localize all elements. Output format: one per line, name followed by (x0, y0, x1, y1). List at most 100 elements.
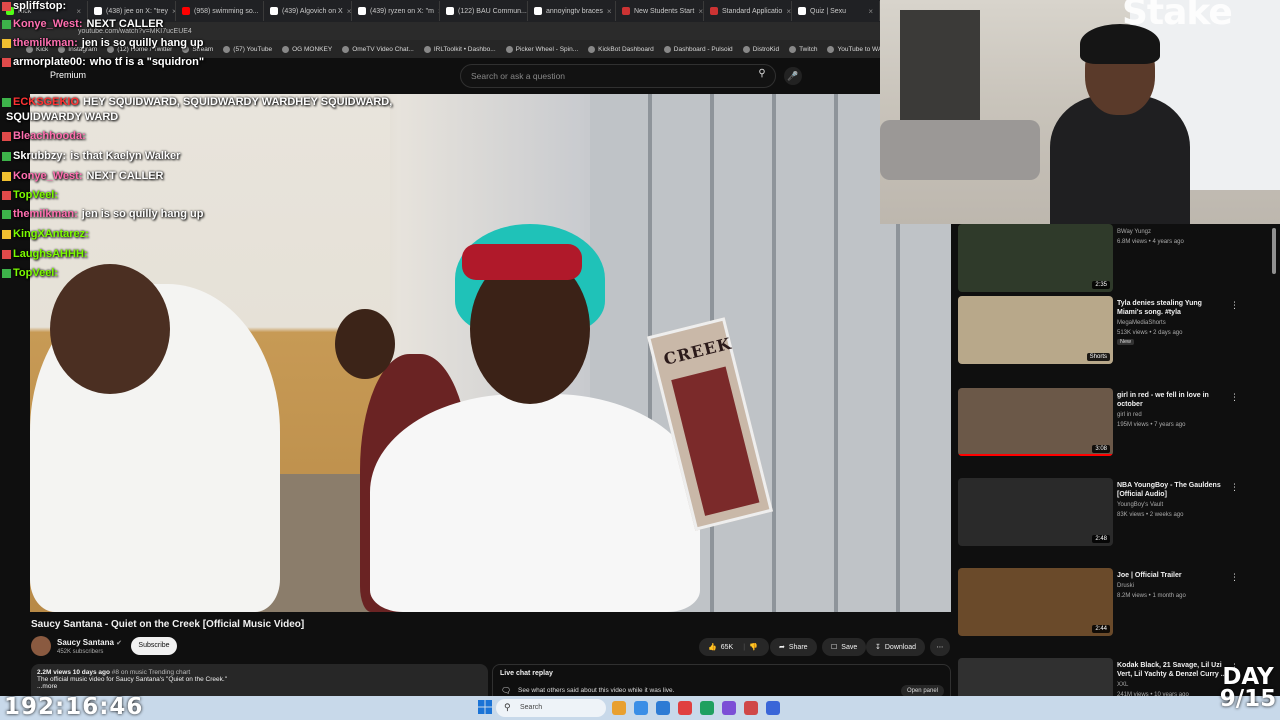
bookmark-label[interactable]: (57) YouTube (233, 46, 272, 53)
save-button[interactable]: ☐ Save (822, 638, 867, 656)
bookmark-item[interactable]: Dashboard - Pulsoid (663, 45, 733, 53)
description-more[interactable]: ...more (37, 683, 482, 690)
more-vertical-icon[interactable]: ⋮ (1230, 572, 1239, 583)
chat-badge-icon (2, 249, 11, 259)
bookmark-item[interactable]: IRLToolkit • Dashbo... (423, 45, 496, 53)
browser-tab[interactable]: Standard Applicatio × (704, 1, 792, 21)
browser-tab[interactable]: Quiz | Sexu × (792, 1, 880, 21)
bookmark-icon: ☐ (831, 644, 838, 651)
video-thumbnail[interactable]: Shorts (958, 296, 1113, 364)
recommendation-channel[interactable]: Druski (1117, 582, 1134, 590)
bookmark-favicon-icon (663, 45, 671, 53)
recommendation-title[interactable]: girl in red - we fell in love in october (1117, 391, 1227, 409)
windows-taskbar: ⚲ Search (0, 696, 1280, 720)
recommendation-item[interactable]: 2:44 Joe | Official Trailer Druski 8.2M vie… (958, 568, 1268, 654)
search-input[interactable]: Search or ask a question ⚲ (460, 64, 776, 88)
bookmark-item[interactable]: (57) YouTube (223, 45, 272, 53)
recommendation-channel[interactable]: XXL (1117, 681, 1128, 689)
bookmark-label[interactable]: OmeTV Video Chat... (352, 46, 414, 53)
more-vertical-icon[interactable]: ⋮ (1230, 392, 1239, 403)
premium-label[interactable]: Premium (50, 70, 86, 80)
recommendation-channel[interactable]: BWay Yungz (1117, 228, 1151, 236)
recommendation-channel[interactable]: girl in red (1117, 411, 1142, 419)
chat-message: themilkman: jen is so quilly hang up (2, 37, 203, 49)
browser-tab[interactable]: (439) ryzen on X: "m× (352, 1, 440, 21)
close-icon[interactable]: × (347, 7, 351, 16)
trending-tag[interactable]: #8 on music Trending chart (112, 669, 190, 676)
bookmark-label[interactable]: DistroKid (753, 46, 779, 53)
close-icon[interactable]: × (607, 7, 612, 16)
bookmark-label[interactable]: IRLToolkit • Dashbo... (434, 46, 496, 53)
more-actions-button[interactable]: ⋯ (930, 638, 950, 656)
channel-name-text[interactable]: Saucy Santana (57, 638, 114, 647)
taskbar-app-icon[interactable] (700, 701, 714, 715)
windows-start-icon[interactable] (478, 700, 492, 714)
bookmark-item[interactable]: OG MONKEY (282, 45, 332, 53)
recommendation-item[interactable]: 2:48 NBA YoungBoy - The Gauldens [Officia… (958, 478, 1268, 564)
video-thumbnail[interactable]: 3:08 (958, 388, 1113, 456)
bookmark-item[interactable]: DistroKid (742, 45, 779, 53)
recommendation-channel[interactable]: MegaMediaShorts (1117, 319, 1166, 327)
bookmark-item[interactable]: YouTube to WAV D... (827, 45, 880, 53)
sidebar-scrollbar[interactable] (1272, 228, 1276, 274)
bookmark-item[interactable]: Picker Wheel - Spin... (505, 45, 579, 53)
search-icon[interactable]: ⚲ (753, 68, 771, 84)
browser-tab[interactable]: (122) BAU Commun...× (440, 1, 528, 21)
tab-title: (122) BAU Commun... (458, 7, 527, 15)
taskbar-app-icon[interactable] (744, 701, 758, 715)
close-icon[interactable]: × (76, 7, 81, 16)
bookmark-label[interactable]: Dashboard - Pulsoid (674, 46, 733, 53)
chat-badge-icon (2, 229, 11, 239)
thumbs-down-icon[interactable]: 👎 (749, 643, 758, 651)
recommendation-item[interactable]: Shorts Tyla denies stealing Yung Miami's … (958, 296, 1268, 382)
recommendation-title[interactable]: Tyla denies stealing Yung Miami's song. … (1117, 299, 1227, 317)
recommendation-title[interactable]: Kodak Black, 21 Savage, Lil Uzi Vert, Li… (1117, 661, 1227, 679)
browser-tab[interactable]: New Students Start × (616, 1, 704, 21)
close-icon[interactable]: × (868, 7, 873, 16)
browser-tab[interactable]: annoyingtv braces × (528, 1, 616, 21)
taskbar-app-icon[interactable] (634, 701, 648, 715)
channel-name[interactable]: Saucy Santana ✔ (57, 638, 122, 647)
taskbar-app-icon[interactable] (766, 701, 780, 715)
video-player[interactable]: CREEK (30, 94, 951, 612)
like-count[interactable]: 65K (721, 644, 733, 651)
more-vertical-icon[interactable]: ⋮ (1230, 482, 1239, 493)
recommendation-title[interactable]: Joe | Official Trailer (1117, 571, 1227, 580)
download-button[interactable]: ↧ Download (866, 638, 926, 656)
taskbar-app-icon[interactable] (612, 701, 626, 715)
recommendation-item[interactable]: 3:08 girl in red - we fell in love in oct… (958, 388, 1268, 474)
taskbar-app-icon[interactable] (722, 701, 736, 715)
person-left-head (50, 264, 170, 394)
video-thumbnail[interactable] (958, 658, 1113, 696)
more-vertical-icon[interactable]: ⋮ (1230, 300, 1239, 311)
bookmark-label[interactable]: OG MONKEY (292, 46, 332, 53)
taskbar-app-icon[interactable] (656, 701, 670, 715)
bookmark-item[interactable]: KickBot Dashboard (588, 45, 654, 53)
close-icon[interactable]: × (698, 7, 703, 16)
browser-tab[interactable]: (439) Algovich on X × (264, 1, 352, 21)
video-thumbnail[interactable]: 2:44 (958, 568, 1113, 636)
recommendation-title[interactable]: NBA YoungBoy - The Gauldens [Official Au… (1117, 481, 1227, 499)
browser-tab[interactable]: (958) swimming so...× (176, 1, 264, 21)
taskbar-app-icon[interactable] (678, 701, 692, 715)
mic-icon[interactable]: 🎤 (784, 67, 802, 85)
bookmark-label[interactable]: Picker Wheel - Spin... (516, 46, 579, 53)
bookmark-favicon-icon (789, 45, 797, 53)
tab-title: Standard Applicatio (722, 7, 783, 15)
bookmark-label[interactable]: KickBot Dashboard (598, 46, 654, 53)
bookmark-item[interactable]: OmeTV Video Chat... (342, 45, 414, 53)
channel-avatar[interactable] (31, 636, 51, 656)
recommendation-channel[interactable]: YoungBoy's Vault (1117, 501, 1163, 509)
bookmark-item[interactable]: Twitch (789, 45, 817, 53)
bookmark-label[interactable]: YouTube to WAV D... (837, 46, 880, 53)
chat-replay-subtitle: See what others said about this video wh… (518, 687, 675, 694)
subscribe-button[interactable]: Subscribe (131, 637, 177, 655)
close-icon[interactable]: × (786, 7, 791, 16)
taskbar-search[interactable]: ⚲ Search (496, 699, 606, 717)
thumbs-up-icon[interactable]: 👍 (708, 643, 717, 651)
like-dislike-group[interactable]: 👍 65K | 👎 (699, 638, 769, 656)
video-thumbnail[interactable]: 2:35 (958, 224, 1113, 292)
video-thumbnail[interactable]: 2:48 (958, 478, 1113, 546)
bookmark-label[interactable]: Twitch (799, 46, 817, 53)
share-button[interactable]: ➦ Share (770, 638, 817, 656)
